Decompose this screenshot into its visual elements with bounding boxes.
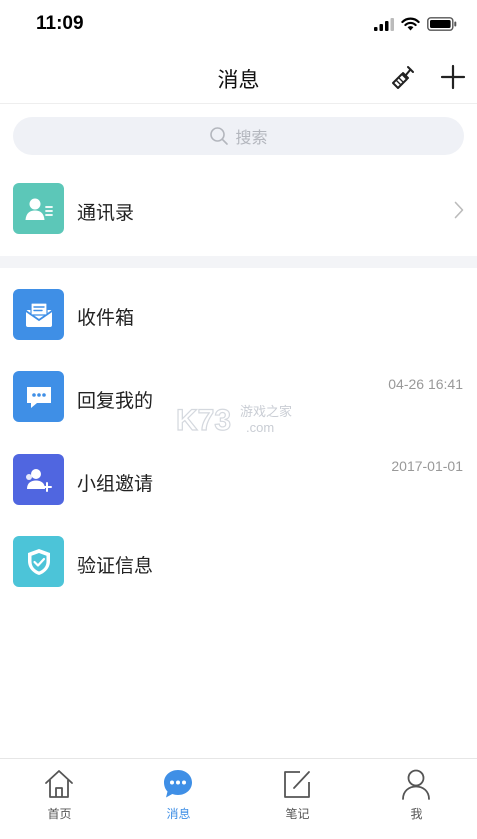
status-icons [374,17,457,31]
signal-icon [374,17,394,31]
group-invite-icon [13,454,64,505]
tab-me-label: 我 [410,807,423,821]
user-icon [402,769,430,800]
tab-me[interactable]: 我 [357,759,476,839]
verification-label: 验证信息 [77,555,154,577]
status-bar: 11:09 [0,0,477,50]
shield-check-icon [13,536,64,587]
list-item-verification[interactable]: 验证信息 [0,520,477,602]
nav-bar: 消息 [0,50,477,104]
replies-time: 04-26 16:41 [388,376,463,392]
tab-notes-label: 笔记 [285,807,310,821]
group-invite-time: 2017-01-01 [391,458,463,474]
section-divider [0,256,477,268]
message-icon [164,770,192,798]
svg-text:.com: .com [246,420,274,435]
battery-icon [427,17,457,31]
replies-label: 回复我的 [77,390,154,412]
reply-chat-icon [13,371,64,422]
search-placeholder: 搜索 [235,128,268,147]
svg-text:游戏之家: 游戏之家 [240,404,292,420]
tab-bar: 首页 消息 笔记 我 [0,758,477,839]
wifi-icon [401,17,420,31]
inbox-label: 收件箱 [77,307,135,329]
tab-home[interactable]: 首页 [0,759,119,839]
home-icon [45,770,73,798]
tab-notes[interactable]: 笔记 [238,759,357,839]
watermark-logo: K73 K73 游戏之家 .com [175,403,293,437]
tab-messages[interactable]: 消息 [119,759,238,839]
tab-home-label: 首页 [47,807,72,821]
inbox-icon [13,289,64,340]
chevron-right-icon [454,201,464,219]
search-icon [210,127,229,145]
broom-clean-icon[interactable] [389,64,417,92]
tab-messages-label: 消息 [166,807,191,821]
contacts-row[interactable]: 通讯录 [0,168,477,250]
list-item-group-invite[interactable]: 小组邀请 2017-01-01 [0,438,477,520]
search-input[interactable]: 搜索 [13,117,464,155]
svg-text:K73: K73 [176,404,231,436]
list-item-inbox[interactable]: 收件箱 [0,274,477,356]
contacts-icon [13,183,64,234]
group-invite-label: 小组邀请 [77,473,154,495]
contacts-label: 通讯录 [77,202,135,224]
add-icon[interactable] [440,64,466,90]
status-time: 11:09 [36,13,84,34]
note-icon [284,771,310,798]
